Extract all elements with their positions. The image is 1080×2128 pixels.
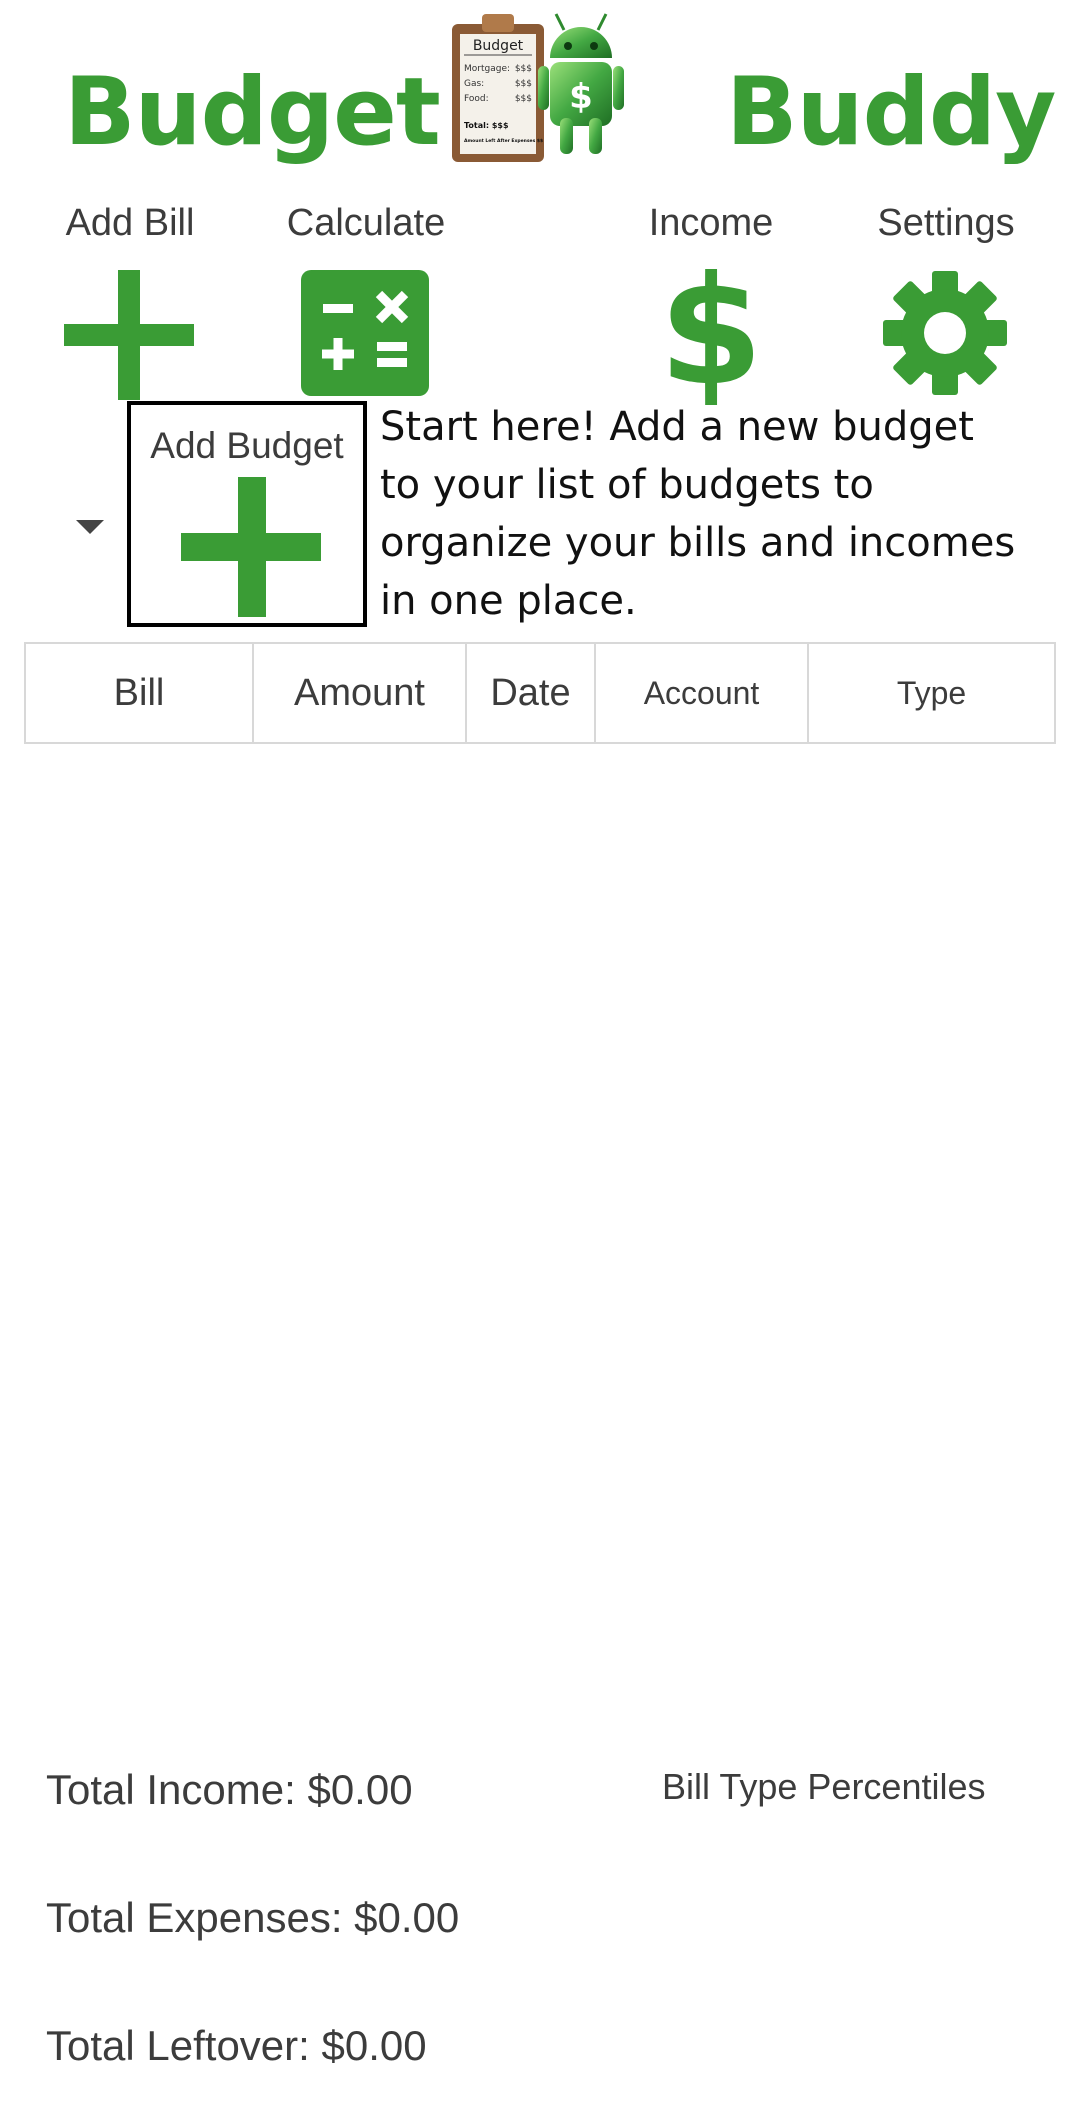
logo-line-value: $$$ [515, 94, 532, 104]
logo-mascot-symbol: $ [569, 77, 593, 117]
logo-footnote: Amount Left After Expenses $$ [464, 138, 543, 144]
income-label: Income [648, 202, 774, 244]
column-header-account[interactable]: Account [594, 642, 809, 744]
dollar-icon: $ [658, 245, 764, 419]
add-bill-label: Add Bill [65, 202, 195, 244]
total-income: Total Income: $0.00 [46, 1766, 413, 1813]
bills-table: Bill Amount Date Account Type [24, 642, 1056, 744]
column-header-amount[interactable]: Amount [252, 642, 467, 744]
plus-icon [181, 477, 321, 617]
bill-type-percentiles-label: Bill Type Percentiles [662, 1766, 986, 1807]
gear-icon [883, 271, 1007, 395]
logo-line-label: Food: [464, 94, 489, 104]
calculator-icon [301, 270, 429, 396]
logo-line-value: $$$ [515, 64, 532, 74]
app-title-buddy: Buddy [726, 58, 1056, 167]
add-budget-hint: Start here! Add a new budget to your lis… [380, 404, 1016, 624]
logo-line-value: $$$ [515, 79, 532, 89]
add-budget-label: Add Budget [150, 425, 344, 466]
table-header-row: Bill Amount Date Account Type [24, 642, 1056, 744]
add-budget-button[interactable]: Add Budget [127, 401, 367, 627]
app-title-budget: Budget [64, 58, 441, 167]
settings-label: Settings [877, 202, 1015, 244]
dropdown-arrow-icon [76, 520, 104, 534]
column-header-date[interactable]: Date [465, 642, 596, 744]
budget-dropdown[interactable] [70, 512, 110, 542]
total-expenses: Total Expenses: $0.00 [46, 1894, 460, 1941]
logo-line-label: Mortgage: [464, 64, 510, 74]
column-header-type[interactable]: Type [807, 642, 1056, 744]
total-leftover: Total Leftover: $0.00 [46, 2022, 427, 2069]
logo-total: Total: $$$ [464, 121, 509, 130]
app-logo: Budget Mortgage: $$$ Gas: $$$ Food: $$$ … [452, 13, 624, 162]
column-header-bill[interactable]: Bill [24, 642, 254, 744]
add-bill-button[interactable] [64, 270, 194, 400]
income-button[interactable]: $ [659, 257, 763, 407]
settings-button[interactable] [880, 268, 1010, 398]
plus-icon [64, 270, 194, 400]
logo-line-label: Gas: [464, 79, 484, 89]
calculate-button[interactable] [301, 270, 429, 396]
logo-clipboard-title: Budget [473, 38, 524, 54]
calculate-label: Calculate [286, 202, 446, 244]
